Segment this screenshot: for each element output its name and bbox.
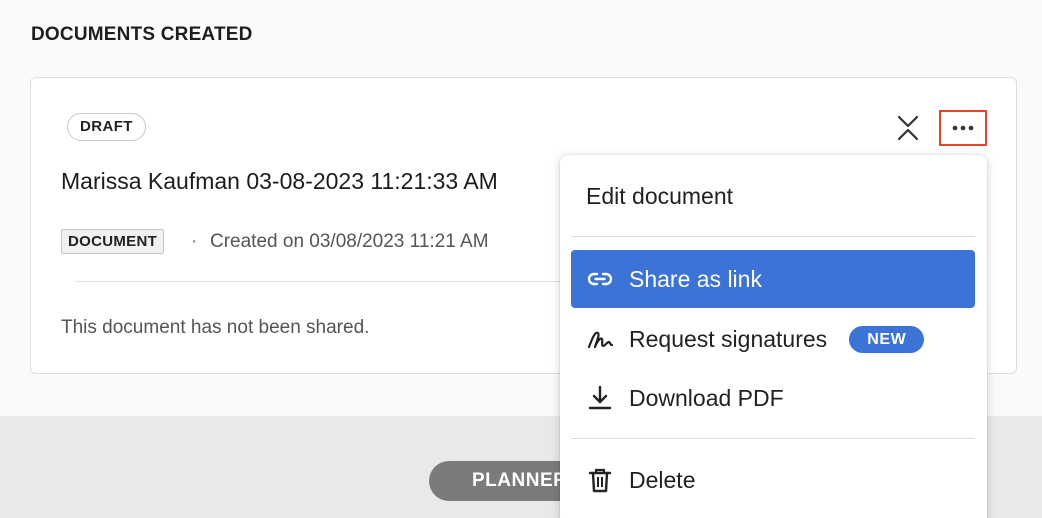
download-icon bbox=[584, 382, 616, 414]
collapse-icon bbox=[897, 115, 919, 141]
card-divider bbox=[75, 281, 595, 282]
collapse-button[interactable] bbox=[894, 113, 922, 143]
menu-item-request-signatures[interactable]: Request signatures NEW bbox=[571, 310, 975, 368]
menu-divider bbox=[571, 438, 975, 439]
status-badge: DRAFT bbox=[67, 113, 146, 141]
menu-item-delete[interactable]: Delete bbox=[571, 451, 975, 509]
menu-item-label: Share as link bbox=[629, 265, 762, 292]
document-type-badge: DOCUMENT bbox=[61, 229, 165, 254]
menu-item-label: Delete bbox=[629, 466, 696, 493]
signature-icon bbox=[584, 323, 616, 355]
section-title: DOCUMENTS CREATED bbox=[31, 24, 253, 45]
link-icon bbox=[584, 263, 616, 295]
more-horizontal-icon bbox=[952, 125, 974, 131]
menu-item-label: Request signatures bbox=[629, 325, 828, 352]
menu-item-edit-document[interactable]: Edit document bbox=[571, 167, 975, 225]
created-date: Created on 03/08/2023 11:21 AM bbox=[210, 231, 489, 252]
more-options-button[interactable] bbox=[939, 110, 987, 146]
document-actions-menu: Edit document Share as link Request sign… bbox=[560, 155, 987, 518]
menu-item-download-pdf[interactable]: Download PDF bbox=[571, 369, 975, 427]
document-title: Marissa Kaufman 03-08-2023 11:21:33 AM bbox=[61, 168, 498, 194]
menu-item-label: Download PDF bbox=[629, 384, 784, 411]
share-status-text: This document has not been shared. bbox=[61, 317, 370, 338]
meta-separator: · bbox=[191, 231, 198, 252]
trash-icon bbox=[584, 464, 616, 496]
menu-item-share-as-link[interactable]: Share as link bbox=[571, 250, 975, 308]
new-badge: NEW bbox=[849, 325, 925, 353]
menu-divider bbox=[571, 236, 975, 237]
menu-item-label: Edit document bbox=[586, 182, 734, 209]
